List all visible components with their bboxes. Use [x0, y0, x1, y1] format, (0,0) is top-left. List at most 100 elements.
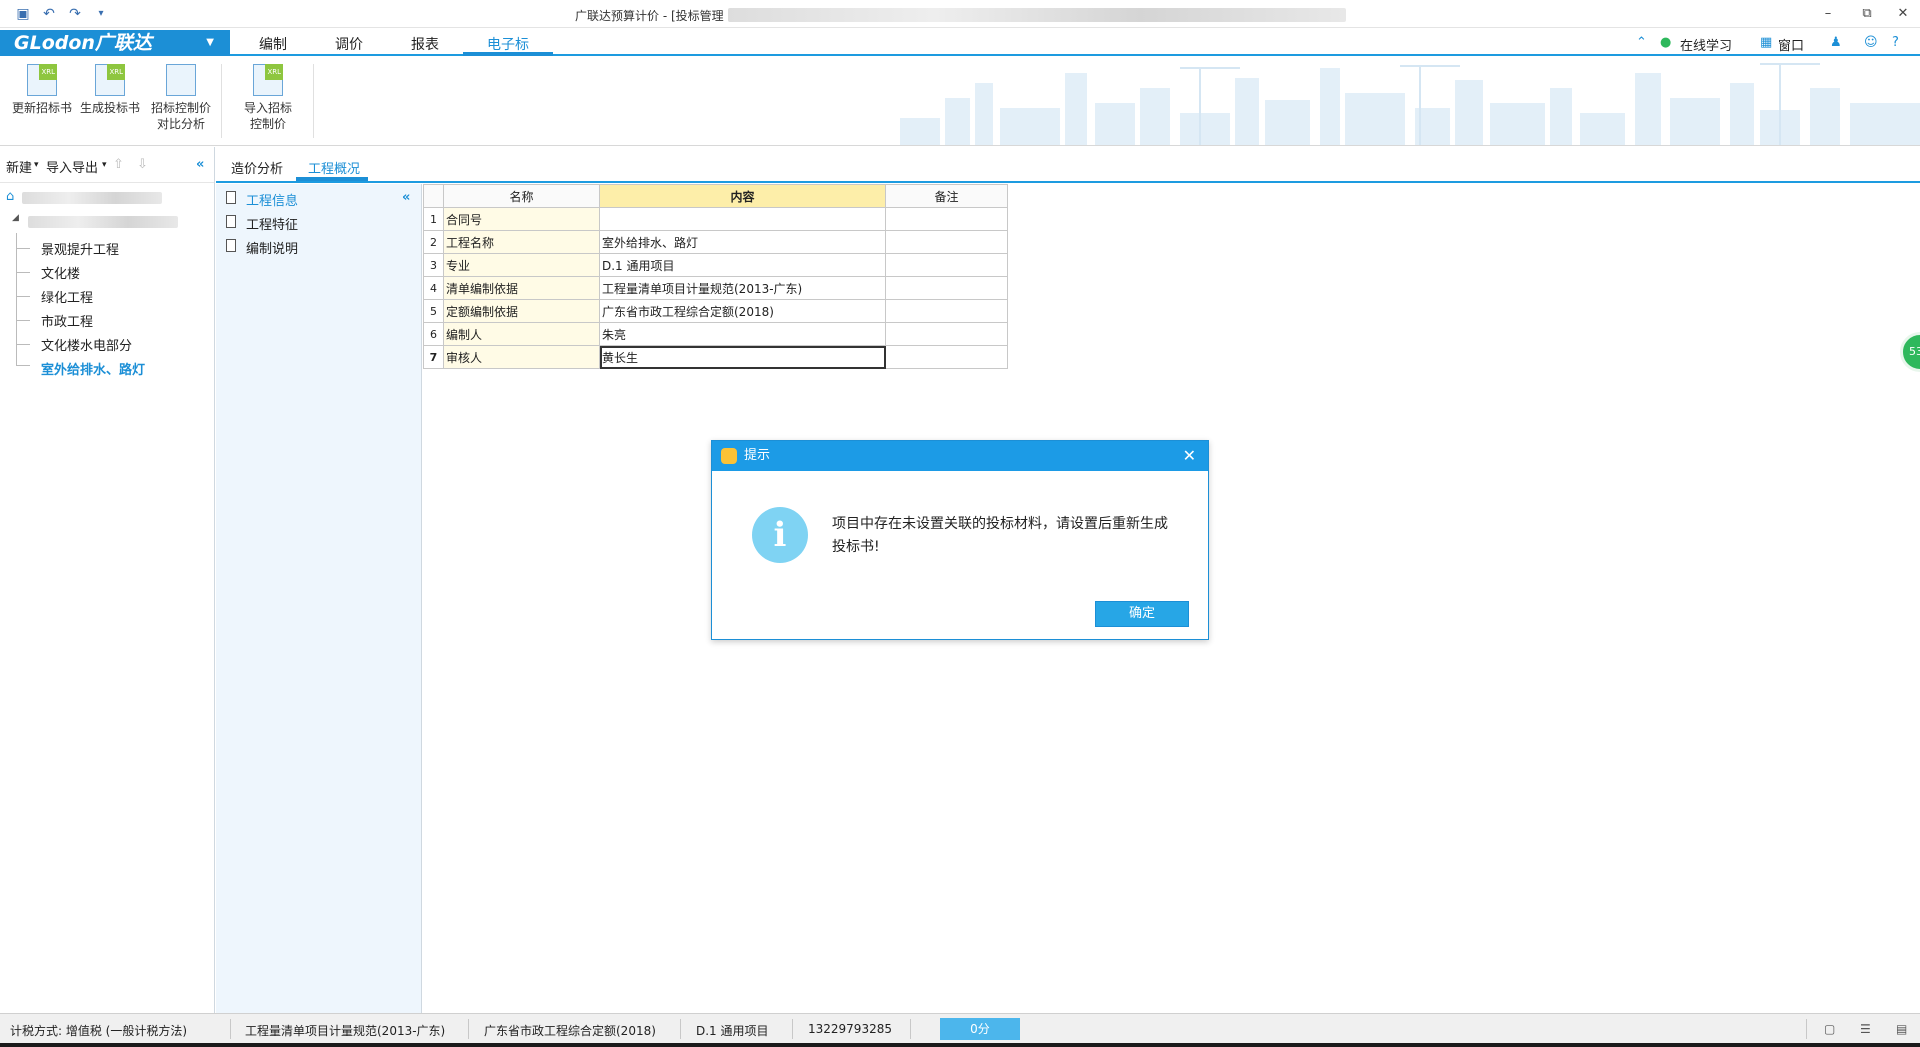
brand-menu[interactable]: GLodon广联达 ▼ — [0, 30, 230, 56]
cell-name: 审核人 — [443, 345, 600, 369]
menu-bar: GLodon广联达 ▼ 编制 调价 报表 电子标 ⌃ ● 在线学习 ▦ 窗口 ♟ … — [0, 28, 1920, 56]
status-score: 0分 — [940, 1018, 1020, 1040]
menu-electronic-bid[interactable]: 电子标 — [487, 34, 529, 54]
tree-connector — [16, 248, 30, 249]
cell-content[interactable]: 朱亮 — [599, 322, 886, 346]
nav-compile-notes[interactable]: 编制说明 — [226, 238, 298, 257]
table-row[interactable]: 6 编制人 朱亮 — [423, 322, 1008, 346]
document-icon — [226, 191, 236, 204]
online-learning-button[interactable]: 在线学习 — [1680, 35, 1732, 54]
collapse-panel-icon[interactable]: « — [196, 157, 204, 172]
generate-bid-button[interactable]: XRL 生成投标书 — [78, 64, 142, 116]
tree-item-outdoor-drainage[interactable]: 室外给排水、路灯 — [41, 359, 145, 378]
redacted-project-name — [22, 192, 162, 204]
document-icon — [226, 239, 236, 252]
close-button[interactable]: ✕ — [1888, 4, 1918, 24]
undo-icon[interactable]: ↶ — [40, 5, 58, 23]
restore-button[interactable]: ⧉ — [1852, 4, 1882, 24]
table-row[interactable]: 4 清单编制依据 工程量清单项目计量规范(2013-广东) — [423, 276, 1008, 300]
column-header-content[interactable]: 内容 — [599, 184, 886, 208]
dialog-message: 项目中存在未设置关联的投标材料，请设置后重新生成投标书! — [832, 516, 1168, 555]
cell-content[interactable]: 广东省市政工程综合定额(2018) — [599, 299, 886, 323]
user-icon[interactable]: ♟ — [1830, 35, 1842, 50]
tree-connector — [16, 296, 30, 297]
close-icon[interactable]: ✕ — [1183, 441, 1196, 471]
expand-icon[interactable]: ◢ — [12, 213, 19, 223]
tree-connector — [16, 272, 30, 273]
redo-icon[interactable]: ↷ — [66, 5, 84, 23]
cell-note[interactable] — [885, 253, 1008, 277]
import-icon: XRL — [253, 64, 283, 96]
cell-note[interactable] — [885, 345, 1008, 369]
move-down-icon[interactable]: ⇩ — [137, 157, 148, 172]
table-row[interactable]: 1 合同号 — [423, 207, 1008, 231]
table-row[interactable]: 5 定额编制依据 广东省市政工程综合定额(2018) — [423, 299, 1008, 323]
table-row[interactable]: 7 审核人 黄长生 — [423, 345, 1008, 369]
window-title: 广联达预算计价 - [投标管理 — [575, 9, 724, 23]
title-bar: ▣ ↶ ↷ ▾ 广联达预算计价 - [投标管理 – ⧉ ✕ — [0, 0, 1920, 28]
tab-project-overview[interactable]: 工程概况 — [308, 158, 360, 177]
cell-name: 定额编制依据 — [443, 299, 600, 323]
cell-content[interactable] — [599, 207, 886, 231]
nav-project-features[interactable]: 工程特征 — [226, 214, 298, 233]
floating-assistant-badge[interactable]: 53 — [1900, 332, 1920, 372]
view-compact-icon[interactable]: ▤ — [1896, 1022, 1907, 1036]
cell-name: 工程名称 — [443, 230, 600, 254]
ribbon-separator — [313, 64, 314, 138]
cell-note[interactable] — [885, 207, 1008, 231]
column-header-name[interactable]: 名称 — [443, 184, 600, 208]
chevron-down-icon: ▾ — [102, 160, 107, 170]
tree-item-greening[interactable]: 绿化工程 — [41, 287, 93, 306]
menu-active-indicator — [463, 52, 553, 56]
cell-note[interactable] — [885, 276, 1008, 300]
tree-item-culture-building[interactable]: 文化楼 — [41, 263, 80, 282]
cell-content[interactable]: D.1 通用项目 — [599, 253, 886, 277]
customize-icon[interactable]: ▾ — [92, 5, 110, 23]
table-row[interactable]: 3 专业 D.1 通用项目 — [423, 253, 1008, 277]
menu-edit[interactable]: 编制 — [259, 34, 287, 54]
control-price-compare-button[interactable]: 招标控制价 对比分析 — [146, 64, 216, 132]
project-info-table: 名称 内容 备注 1 合同号 2 工程名称 室外给排水、路灯 3 专业 D.1 通用项目 … — [423, 184, 1008, 369]
tree-item-landscape[interactable]: 景观提升工程 — [41, 239, 119, 258]
dialog-title: 提示 — [744, 448, 771, 463]
menu-report[interactable]: 报表 — [411, 34, 439, 54]
service-icon[interactable]: ☺ — [1864, 35, 1878, 50]
document-icon — [226, 215, 236, 228]
ok-button[interactable]: 确定 — [1095, 601, 1189, 627]
cell-content[interactable]: 工程量清单项目计量规范(2013-广东) — [599, 276, 886, 300]
help-button[interactable]: ? — [1892, 35, 1899, 50]
column-header-note[interactable]: 备注 — [885, 184, 1008, 208]
tree-item-municipal[interactable]: 市政工程 — [41, 311, 93, 330]
update-tender-button[interactable]: XRL 更新招标书 — [10, 64, 74, 116]
nav-project-info[interactable]: 工程信息 — [226, 190, 298, 209]
project-tree-panel: 新建 ▾ 导入导出 ▾ ⇧ ⇩ « ⌂ ◢ 景观提升工程 文化楼 绿化工程 市政… — [0, 147, 215, 1013]
chevron-down-icon: ▾ — [34, 160, 39, 170]
cell-content-selected[interactable]: 黄长生 — [599, 345, 886, 369]
collapse-nav-icon[interactable]: « — [402, 190, 410, 205]
move-up-icon[interactable]: ⇧ — [113, 157, 124, 172]
import-control-price-button[interactable]: XRL 导入招标 控制价 — [236, 64, 300, 132]
redacted-unit-name — [28, 216, 178, 228]
collapse-ribbon-icon[interactable]: ⌃ — [1636, 35, 1647, 50]
cell-note[interactable] — [885, 299, 1008, 323]
info-icon: i — [752, 507, 808, 563]
status-tax-method: 计税方式: 增值税 (一般计税方法) — [10, 1024, 188, 1038]
window-menu-button[interactable]: 窗口 — [1778, 35, 1804, 54]
online-learning-icon: ● — [1660, 35, 1672, 50]
cell-content[interactable]: 室外给排水、路灯 — [599, 230, 886, 254]
cell-note[interactable] — [885, 230, 1008, 254]
view-normal-icon[interactable]: ▢ — [1824, 1022, 1835, 1036]
minimize-button[interactable]: – — [1813, 4, 1843, 24]
tree-item-water-electric[interactable]: 文化楼水电部分 — [41, 335, 132, 354]
view-list-icon[interactable]: ☰ — [1860, 1022, 1871, 1036]
save-icon[interactable]: ▣ — [14, 5, 32, 23]
new-button[interactable]: 新建 — [6, 157, 32, 176]
tab-cost-analysis[interactable]: 造价分析 — [231, 158, 283, 177]
document-icon: XRL — [95, 64, 125, 96]
prompt-dialog: 提示 ✕ i 项目中存在未设置关联的投标材料，请设置后重新生成投标书! 确定 — [711, 440, 1209, 640]
import-export-button[interactable]: 导入导出 — [46, 157, 98, 176]
table-row[interactable]: 2 工程名称 室外给排水、路灯 — [423, 230, 1008, 254]
chevron-down-icon: ▼ — [206, 37, 214, 48]
menu-adjust-price[interactable]: 调价 — [335, 34, 363, 54]
cell-note[interactable] — [885, 322, 1008, 346]
